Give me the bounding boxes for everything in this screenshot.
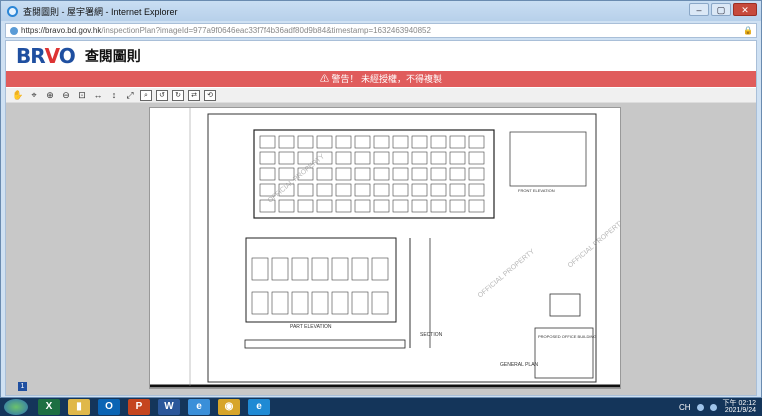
minimize-button[interactable]: –: [689, 3, 709, 16]
browser-window: 查閱圖則 - 屋宇署網 - Internet Explorer – ▢ ✕ ht…: [0, 0, 762, 398]
flip-icon[interactable]: ⇄: [188, 89, 200, 101]
title-block-text: PROPOSED OFFICE BUILDING: [538, 334, 596, 339]
zoom-out-icon[interactable]: ⊖: [60, 90, 72, 101]
stamp-text-2: OFFICIAL PROPERTY: [477, 248, 537, 300]
taskbar-apps: X ▮ O P We ◉ e: [38, 399, 278, 415]
title-bar: 查閱圖則 - 屋宇署網 - Internet Explorer – ▢ ✕: [1, 1, 761, 21]
part-elevation-label: PART ELEVATION: [290, 324, 332, 330]
close-button[interactable]: ✕: [733, 3, 757, 16]
start-button[interactable]: [4, 399, 28, 415]
front-elevation-label: FRONT ELEVATION: [518, 188, 555, 193]
address-bar[interactable]: https://bravo.bd.gov.hk /inspectionPlan?…: [5, 23, 757, 38]
section-label: SECTION: [420, 332, 443, 338]
fit-height-icon[interactable]: ↕: [108, 90, 120, 101]
lock-icon[interactable]: 🔒: [743, 26, 753, 35]
word-app-icon[interactable]: W: [158, 399, 180, 415]
window-controls: – ▢ ✕: [689, 3, 757, 16]
stamp-text-3: OFFICIAL PROPERTY: [567, 218, 621, 270]
volume-icon[interactable]: [709, 403, 717, 411]
rotate-right-icon[interactable]: ↻: [172, 89, 184, 101]
taskbar: X ▮ O P We ◉ e CH 下午 02:12 2021/9/24: [0, 398, 762, 416]
ie-icon: [7, 5, 18, 17]
clock-time: 下午 02:12: [722, 400, 756, 407]
page-badge[interactable]: 1: [18, 382, 27, 391]
powerpoint-app-icon[interactable]: P: [128, 399, 150, 415]
select-icon[interactable]: ⌖: [28, 90, 40, 101]
document-viewer[interactable]: PART ELEVATION SECTION GENERAL PLAN FRON…: [6, 103, 756, 395]
magnifier-icon[interactable]: ⌕: [140, 89, 152, 101]
outlook-app-icon[interactable]: O: [98, 399, 120, 415]
reset-icon[interactable]: ⟲: [204, 89, 216, 101]
rotate-left-icon[interactable]: ↺: [156, 89, 168, 101]
clock-date: 2021/9/24: [724, 407, 756, 414]
chrome-app-icon[interactable]: ◉: [218, 399, 240, 415]
excel-app-icon[interactable]: X: [38, 399, 60, 415]
maximize-button[interactable]: ▢: [711, 3, 731, 16]
globe-icon: [10, 26, 18, 35]
stamp-text-1: OFFICIAL PROPERTY: [267, 153, 327, 205]
fit-width-icon[interactable]: ↔: [92, 90, 104, 101]
url-domain: https://bravo.bd.gov.hk: [21, 26, 102, 35]
plan-label: GENERAL PLAN: [500, 362, 539, 368]
viewer-toolbar: ✋ ⌖ ⊕ ⊖ ⊡ ↔ ↕ ⤢ ⌕ ↺ ↻ ⇄ ⟲: [6, 88, 756, 103]
page-content: BRVO 查閱圖則 ⚠ 警告！ 未經授權，不得複製 ✋ ⌖ ⊕ ⊖ ⊡ ↔ ↕ ⤢ ⌕ ↺ ↻ ⇄ ⟲: [5, 40, 757, 396]
drawing-page[interactable]: PART ELEVATION SECTION GENERAL PLAN FRON…: [149, 107, 621, 389]
fit-page-icon[interactable]: ⤢: [124, 90, 136, 101]
clock[interactable]: 下午 02:12 2021/9/24: [723, 400, 756, 414]
page-title: 查閱圖則: [84, 48, 141, 64]
input-language[interactable]: CH: [679, 403, 691, 412]
hand-pan-icon[interactable]: ✋: [12, 90, 24, 101]
url-path: /inspectionPlan?imageId=977a9f0646eac33f…: [101, 26, 431, 35]
zoom-window-icon[interactable]: ⊡: [76, 90, 88, 101]
edge-app-icon[interactable]: e: [248, 399, 270, 415]
ie-app-icon[interactable]: e: [188, 399, 210, 415]
building-drawing: PART ELEVATION SECTION GENERAL PLAN FRON…: [150, 108, 621, 388]
site-header: BRVO 查閱圖則: [6, 41, 756, 71]
warning-banner: ⚠ 警告！ 未經授權，不得複製: [6, 71, 756, 87]
explorer-app-icon[interactable]: ▮: [68, 399, 90, 415]
network-icon[interactable]: [696, 403, 704, 411]
window-title: 查閱圖則 - 屋宇署網 - Internet Explorer: [23, 6, 178, 17]
bravo-logo[interactable]: BRVO: [16, 44, 76, 68]
system-tray: CH 下午 02:12 2021/9/24: [679, 400, 756, 414]
zoom-in-icon[interactable]: ⊕: [44, 90, 56, 101]
